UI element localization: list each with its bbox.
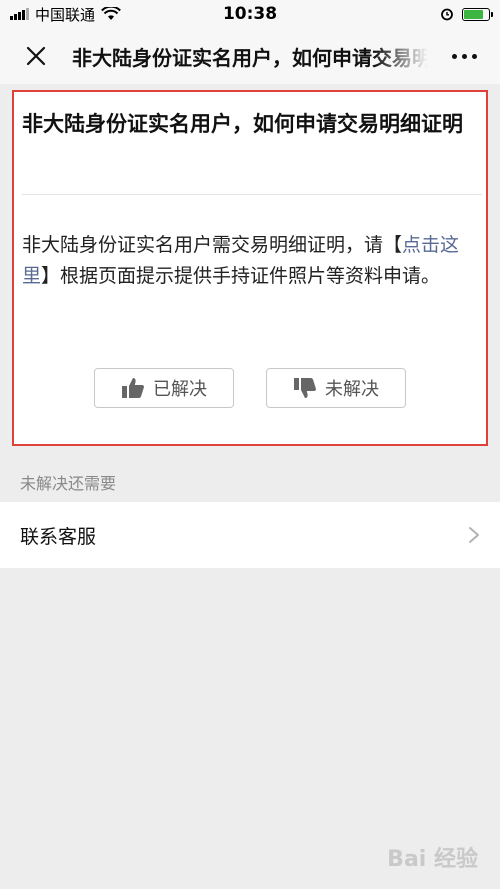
more-icon xyxy=(451,53,457,59)
wifi-icon xyxy=(101,7,121,20)
nav-bar: 非大陆身份证实名用户，如何申请交易明细证明 xyxy=(0,28,500,84)
more-icon xyxy=(461,53,467,59)
alarm-icon xyxy=(441,8,453,21)
close-icon xyxy=(26,46,46,66)
unresolved-label: 未解决 xyxy=(325,379,379,400)
unresolved-button[interactable]: 未解决 xyxy=(266,368,406,408)
resolved-button[interactable]: 已解决 xyxy=(94,368,234,408)
watermark-text: Bai 经验 xyxy=(387,847,478,872)
chevron-right-icon xyxy=(469,527,479,543)
battery-fill xyxy=(464,9,484,19)
list-item-label: 联系客服 xyxy=(20,525,97,548)
watermark: Bai 经验 xyxy=(387,841,478,873)
list-item-contact-support[interactable]: 联系客服 xyxy=(0,502,500,568)
article-body-text-after: 】根据页面提示提供手持证件照片等资料申请。 xyxy=(41,265,441,287)
thumbs-down-icon xyxy=(294,378,316,398)
article-card: 非大陆身份证实名用户，如何申请交易明细证明 非大陆身份证实名用户需交易明细证明，… xyxy=(12,90,488,446)
section-header: 未解决还需要 xyxy=(20,474,117,493)
more-button[interactable] xyxy=(428,28,500,84)
close-button[interactable] xyxy=(0,28,72,84)
status-right xyxy=(440,7,493,21)
article-title: 非大陆身份证实名用户，如何申请交易明细证明 xyxy=(22,112,463,136)
resolved-label: 已解决 xyxy=(153,379,207,400)
battery-icon xyxy=(462,7,493,21)
status-bar: 中国联通 10:38 xyxy=(0,0,500,28)
divider xyxy=(22,194,482,195)
nav-title: 非大陆身份证实名用户，如何申请交易明细证明 xyxy=(72,45,428,70)
more-icon xyxy=(471,53,477,59)
carrier-name: 中国联通 xyxy=(35,5,96,24)
article-body-text-before: 非大陆身份证实名用户需交易明细证明，请【 xyxy=(22,234,403,256)
status-left: 中国联通 xyxy=(10,4,121,25)
feedback-row: 已解决 未解决 xyxy=(14,368,486,408)
signal-icon xyxy=(10,8,29,20)
article-body: 非大陆身份证实名用户需交易明细证明，请【点击这里】根据页面提示提供手持证件照片等… xyxy=(22,230,484,292)
thumbs-up-icon xyxy=(122,378,144,398)
